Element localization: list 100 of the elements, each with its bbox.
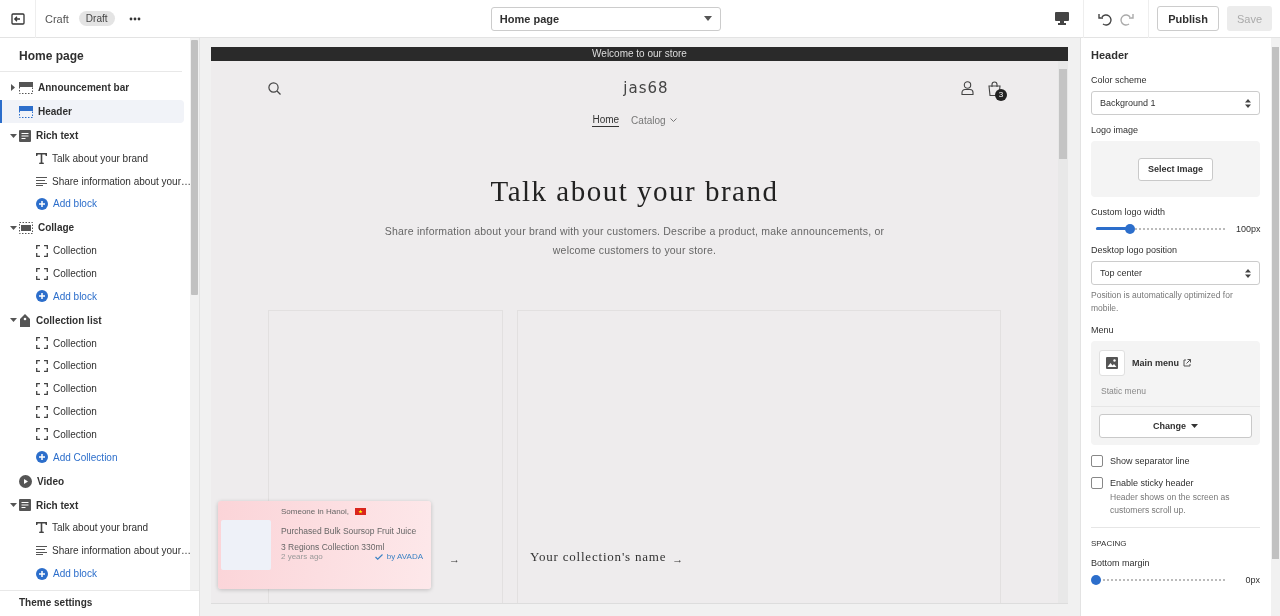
block-item[interactable]: Collection	[53, 337, 97, 349]
block-item[interactable]: Collection	[53, 360, 97, 372]
page-select[interactable]: Home page	[490, 6, 721, 31]
scrollbar[interactable]	[1271, 38, 1280, 616]
store-logo[interactable]: jas68	[573, 79, 669, 97]
caret-down-icon[interactable]	[9, 225, 17, 230]
status-badge: Draft	[78, 11, 115, 26]
block-item[interactable]: Collection	[53, 245, 97, 257]
menu-subtitle: Static menu	[1101, 386, 1147, 396]
paragraph-icon	[36, 546, 47, 556]
heading-icon	[36, 152, 47, 164]
section-item[interactable]: Announcement bar	[0, 76, 184, 99]
field-label: Bottom margin	[1091, 558, 1151, 568]
undo-icon[interactable]	[1098, 11, 1113, 26]
scrollbar[interactable]	[1058, 61, 1068, 603]
help-text: Header shows on the screen as customers scroll up.	[1109, 491, 1231, 517]
announcement-text: Welcome to our store	[592, 47, 687, 61]
more-icon[interactable]	[128, 16, 141, 21]
slider-thumb[interactable]	[1124, 224, 1135, 234]
theme-settings-link[interactable]: Theme settings	[0, 590, 199, 616]
checkbox-label: Enable sticky header	[1110, 478, 1194, 488]
frame-icon	[36, 337, 48, 350]
block-item[interactable]: Collection	[53, 428, 97, 440]
field-label: Desktop logo position	[1091, 245, 1179, 255]
section-icon	[19, 81, 33, 94]
image-icon	[1106, 357, 1118, 369]
select-field[interactable]: Background 1	[1091, 91, 1260, 115]
bag-icon[interactable]	[988, 80, 1001, 96]
product-text: Purchased Bulk Soursop Fruit Juice 3 Regions Collection 330ml	[281, 525, 418, 554]
account-icon[interactable]	[961, 81, 974, 95]
checkbox[interactable]	[1091, 455, 1103, 467]
add-link[interactable]: Add block	[53, 568, 97, 580]
notification-popup[interactable]: Someone in Hanoi, Purchased Bulk Soursop Fruit Juice 3 Regions Collection 330ml 2 years ago by AVADA	[218, 501, 431, 589]
paragraph-icon	[36, 176, 47, 186]
block-item[interactable]: Collection	[53, 406, 97, 418]
help-text: Position is automatically optimized for mobile.	[1091, 289, 1234, 315]
section-item[interactable]: Rich text	[0, 124, 184, 147]
change-button[interactable]: Change	[1099, 414, 1252, 438]
time-text: 2 years ago	[281, 552, 323, 561]
attribution-link[interactable]: by AVADA	[374, 552, 423, 561]
text-section-icon	[19, 129, 31, 142]
block-item[interactable]: Talk about your brand	[52, 522, 149, 534]
frame-icon	[36, 244, 48, 257]
product-thumbnail	[221, 520, 271, 570]
add-link[interactable]: Add Collection	[53, 451, 118, 463]
frame-icon	[36, 428, 48, 441]
field-label: Custom logo width	[1091, 207, 1167, 217]
section-item[interactable]: Rich text	[0, 493, 184, 517]
frame-icon	[36, 359, 48, 372]
checkbox[interactable]	[1091, 477, 1103, 489]
updown-icon	[1245, 98, 1251, 108]
exit-icon	[10, 12, 25, 25]
frame-icon	[36, 267, 48, 280]
flag-icon	[355, 508, 367, 515]
block-item[interactable]: Share information about your…	[52, 545, 190, 557]
block-item[interactable]: Collection	[53, 383, 97, 395]
section-heading: SPACING	[1091, 539, 1127, 548]
add-link[interactable]: Add block	[53, 198, 97, 210]
caret-down-icon[interactable]	[9, 503, 17, 508]
scrollbar[interactable]	[190, 38, 199, 590]
section-item[interactable]: Collection list	[0, 308, 184, 332]
section-item[interactable]: Video	[0, 469, 184, 493]
text-section-icon	[19, 499, 31, 512]
location-text: Someone in Hanoi,	[281, 507, 350, 516]
hero-text: Share information about your brand with your customers. Describe a product, make announcements, or welcome customers to your store.	[383, 224, 886, 258]
block-item[interactable]: Collection	[53, 268, 97, 280]
frame-icon	[36, 405, 48, 418]
nav-link[interactable]: Home	[592, 114, 620, 127]
checkbox-label: Show separator line	[1110, 456, 1190, 466]
arrow-text: →	[672, 553, 684, 565]
check-icon	[374, 553, 383, 560]
select-field[interactable]: Top center	[1091, 261, 1260, 285]
caret-right-icon[interactable]	[11, 84, 15, 91]
slider-value: 0px	[1244, 575, 1260, 585]
caret-down-icon[interactable]	[9, 318, 17, 323]
hero-heading: Talk about your brand	[490, 175, 779, 208]
plus-icon	[36, 567, 48, 580]
panel-title: Header	[1091, 49, 1130, 61]
collage-icon	[19, 221, 33, 234]
caret-icon	[1191, 424, 1198, 428]
menu-link[interactable]: Main menu	[1132, 358, 1191, 368]
nav-link[interactable]: Catalog	[631, 114, 677, 127]
publish-button[interactable]: Publish	[1157, 6, 1219, 31]
collection-card[interactable]: Your collection's name →	[517, 310, 1001, 603]
arrow-text: →	[449, 553, 460, 565]
external-link-icon	[1183, 359, 1191, 367]
section-item[interactable]: Header	[0, 100, 184, 123]
caret-down-icon[interactable]	[9, 133, 17, 138]
select-image-button[interactable]: Select Image	[1138, 157, 1213, 181]
heading-icon	[36, 522, 47, 534]
add-link[interactable]: Add block	[53, 290, 97, 302]
search-icon[interactable]	[268, 81, 281, 95]
slider-value: 100px	[1236, 224, 1260, 234]
slider-thumb[interactable]	[1091, 575, 1101, 585]
play-icon	[19, 474, 32, 488]
section-item[interactable]: Collage	[0, 216, 184, 240]
block-item[interactable]: Share information about your…	[52, 175, 190, 187]
plus-icon	[36, 451, 48, 464]
desktop-icon[interactable]	[1055, 12, 1070, 25]
block-item[interactable]: Talk about your brand	[52, 152, 149, 164]
